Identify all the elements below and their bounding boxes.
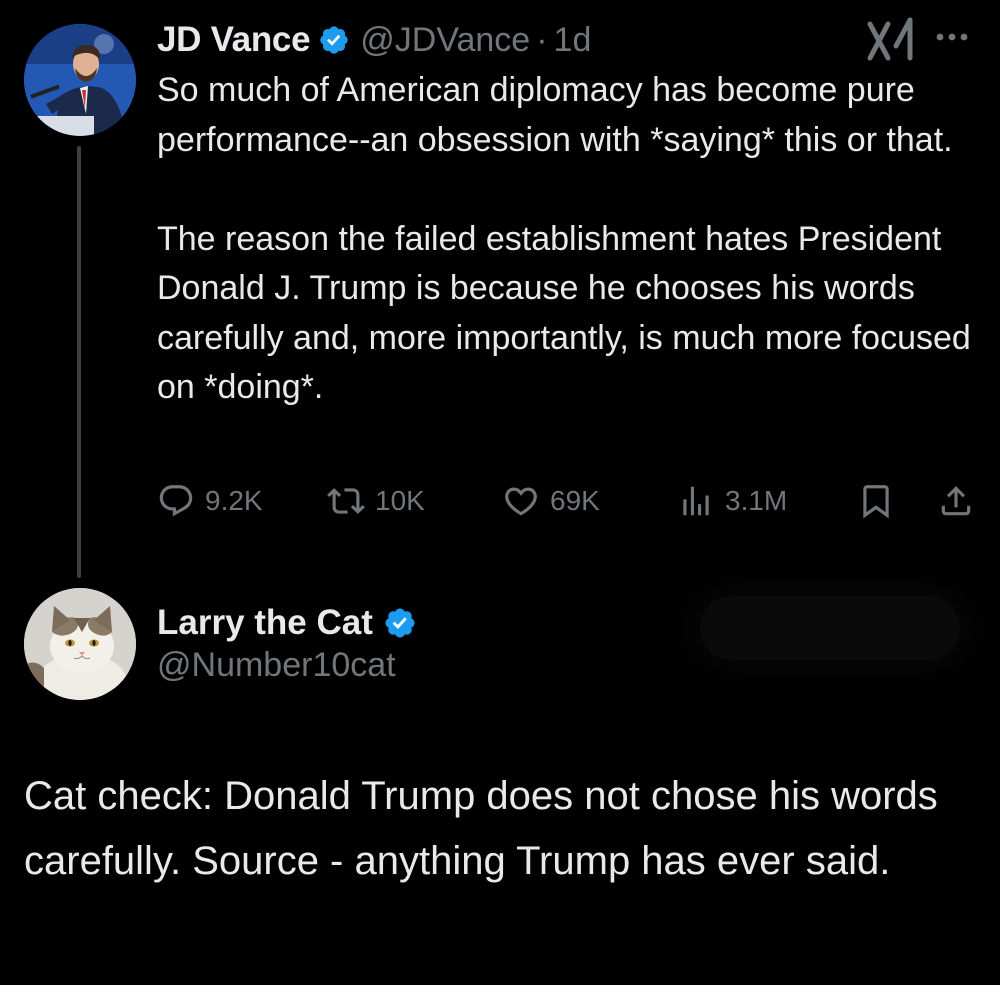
share-icon [941, 486, 971, 516]
views-button[interactable]: 3.1M [677, 478, 787, 524]
tweet-actions: 9.2K 10K 69K 3.1M [157, 478, 977, 524]
tweet-thread: JD Vance @JDVance · 1d So much of Americ… [0, 0, 1000, 985]
tweet-timestamp[interactable]: 1d [554, 21, 592, 60]
tweet-paragraph: The reason the failed establishment hate… [157, 219, 971, 407]
more-options-icon[interactable] [932, 22, 972, 52]
verified-badge-icon [318, 24, 350, 56]
reply-count: 9.2K [205, 485, 263, 516]
reply-header: Larry the Cat [157, 600, 417, 646]
reply-icon [159, 485, 193, 517]
tweet-header: JD Vance @JDVance · 1d [157, 14, 591, 66]
reply-author-display-name[interactable]: Larry the Cat [157, 603, 373, 643]
bookmark-button[interactable] [857, 478, 895, 524]
repost-button[interactable]: 10K [327, 478, 425, 524]
heart-icon [505, 487, 537, 516]
obscured-follow-button[interactable] [700, 596, 960, 660]
meta-separator: · [536, 20, 548, 59]
jd-vance-avatar[interactable] [24, 24, 136, 136]
share-button[interactable] [937, 478, 975, 524]
bookmark-icon [863, 485, 889, 519]
views-icon [683, 486, 709, 516]
profile-photo-icon [24, 24, 136, 136]
cat-photo-icon [24, 588, 136, 700]
repost-count: 10K [375, 485, 425, 516]
repost-icon [327, 488, 365, 514]
like-count: 69K [550, 485, 600, 516]
larry-the-cat-avatar[interactable] [24, 588, 136, 700]
views-count: 3.1M [725, 485, 788, 516]
reply-author-handle[interactable]: @Number10cat [157, 646, 396, 685]
tweet-paragraph: So much of American diplomacy has become… [157, 71, 953, 159]
like-button[interactable]: 69K [502, 478, 600, 524]
verified-badge-icon [383, 606, 417, 640]
thread-connector-line [77, 146, 81, 578]
grok-icon[interactable] [866, 16, 916, 62]
author-display-name[interactable]: JD Vance [157, 20, 311, 60]
author-handle[interactable]: @JDVance [360, 21, 530, 60]
tweet-text: So much of American diplomacy has become… [157, 66, 977, 413]
reply-text: Cat check: Donald Trump does not chose h… [24, 774, 938, 883]
reply-button[interactable]: 9.2K [157, 478, 263, 524]
